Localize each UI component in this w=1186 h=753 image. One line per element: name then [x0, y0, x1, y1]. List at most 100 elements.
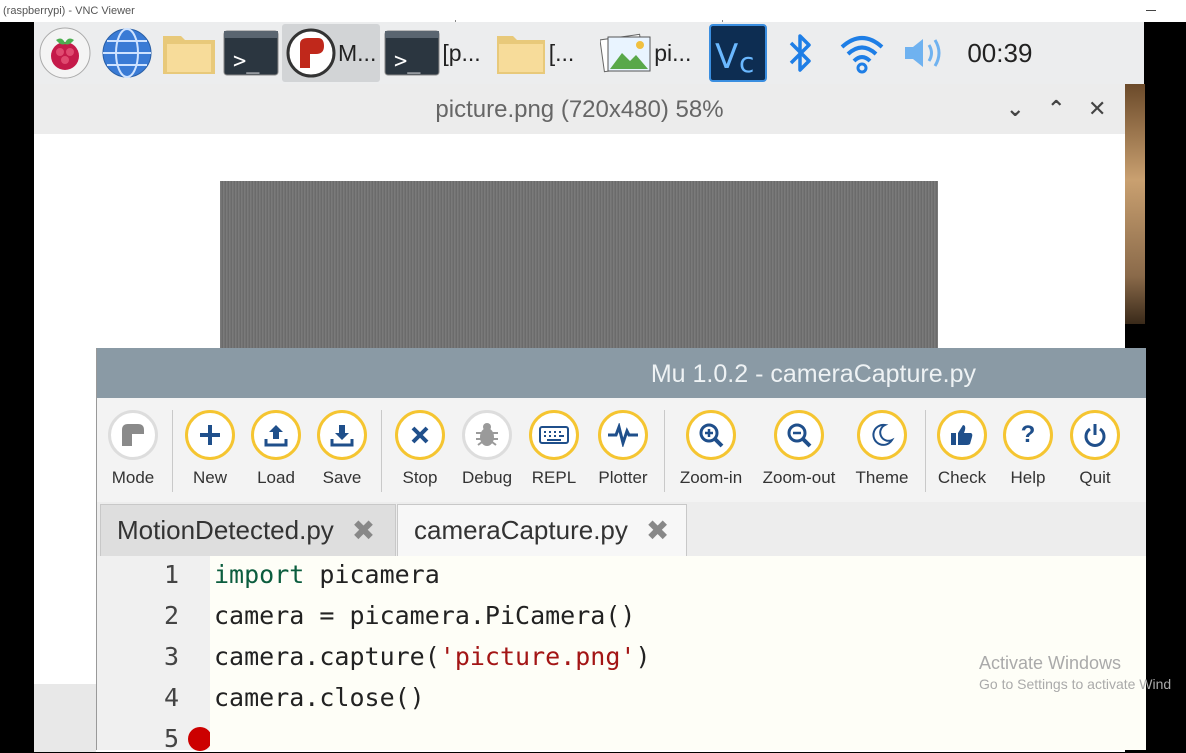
- line-number: 1: [163, 560, 179, 589]
- tab-motion-detected[interactable]: MotionDetected.py ✖: [100, 504, 396, 556]
- load-label: Load: [257, 468, 295, 487]
- zoom-in-button[interactable]: Zoom-in: [672, 410, 750, 488]
- check-button[interactable]: Check: [929, 410, 995, 488]
- question-icon: ?: [1003, 410, 1053, 460]
- save-button[interactable]: Save: [309, 410, 375, 488]
- new-button[interactable]: New: [177, 410, 243, 488]
- bluetooth-icon[interactable]: [769, 24, 831, 82]
- pulse-icon: [598, 410, 648, 460]
- image-viewer-titlebar[interactable]: picture.png (720x480) 58% ⌄ ⌃ ✕: [34, 84, 1125, 134]
- line-number-gutter: 1 2 3 4 5: [97, 556, 212, 753]
- web-browser-icon[interactable]: [96, 24, 158, 82]
- vnc-title-bar: (raspberrypi) - VNC Viewer: [0, 0, 1186, 22]
- raspberry-menu-icon[interactable]: [34, 24, 96, 82]
- wifi-icon[interactable]: [831, 24, 893, 82]
- minimize-chevron-icon[interactable]: ⌄: [1006, 96, 1024, 122]
- line-number: 4: [163, 683, 179, 712]
- folder-icon: [496, 36, 545, 74]
- help-button[interactable]: ? Help: [995, 410, 1061, 488]
- svg-text:V: V: [715, 37, 738, 77]
- activate-windows-heading: Activate Windows: [979, 653, 1122, 673]
- toolbar-separator: [925, 410, 926, 492]
- vnc-title: (raspberrypi) - VNC Viewer: [3, 5, 135, 17]
- code-line[interactable]: camera.close(): [214, 683, 425, 712]
- zoom-in-icon: [686, 410, 736, 460]
- code-line[interactable]: import picamera: [214, 560, 440, 589]
- help-label: Help: [1010, 468, 1046, 487]
- taskbar-app-label: [p...: [442, 39, 481, 66]
- repl-button[interactable]: REPL: [521, 410, 587, 488]
- terminal-icon: >_: [384, 30, 440, 76]
- debug-button[interactable]: Debug: [454, 410, 520, 488]
- mode-icon: [108, 410, 158, 460]
- save-label: Save: [322, 468, 362, 487]
- keyboard-icon: [529, 410, 579, 460]
- mode-label: Mode: [111, 468, 155, 487]
- plotter-button[interactable]: Plotter: [590, 410, 656, 488]
- stop-x-icon: [395, 410, 445, 460]
- theme-label: Theme: [855, 468, 909, 487]
- plus-icon: [185, 410, 235, 460]
- download-icon: [317, 410, 367, 460]
- file-manager-icon[interactable]: [158, 24, 220, 82]
- close-tab-icon[interactable]: ✖: [352, 514, 375, 547]
- quit-label: Quit: [1079, 468, 1111, 487]
- code-line[interactable]: camera = picamera.PiCamera(): [214, 601, 635, 630]
- remote-desktop: >_ M... >_ [p... [... pi... Vc 00:39 pic…: [0, 22, 1186, 753]
- taskbar-app-label: M...: [338, 39, 377, 66]
- line-number: 5: [163, 724, 179, 753]
- taskbar-app-image-viewer[interactable]: pi...: [596, 24, 695, 82]
- taskbar-app-label: pi...: [654, 39, 692, 66]
- taskbar-app-mu[interactable]: M...: [282, 24, 381, 82]
- mu-toolbar: Mode New Load Save Stop Debug REPL Plott…: [97, 398, 1146, 502]
- stop-button[interactable]: Stop: [387, 410, 453, 488]
- line-number: 3: [163, 642, 179, 671]
- toolbar-separator: [172, 410, 173, 492]
- stop-label: Stop: [402, 468, 438, 487]
- plotter-label: Plotter: [598, 468, 648, 487]
- zoom-out-icon: [774, 410, 824, 460]
- new-label: New: [192, 468, 227, 487]
- code-text: picamera: [304, 560, 440, 589]
- tab-label: cameraCapture.py: [414, 515, 628, 545]
- mode-button[interactable]: Mode: [100, 410, 166, 488]
- mu-titlebar[interactable]: Mu 1.0.2 - cameraCapture.py: [97, 348, 1146, 398]
- debug-label: Debug: [461, 468, 513, 487]
- code-string: 'picture.png': [439, 642, 636, 671]
- code-line[interactable]: camera.capture('picture.png'): [214, 642, 651, 671]
- zoom-out-button[interactable]: Zoom-out: [757, 410, 841, 488]
- tab-label: MotionDetected.py: [117, 515, 334, 545]
- zoom-in-label: Zoom-in: [679, 468, 743, 487]
- file-tabs: MotionDetected.py ✖ cameraCapture.py ✖: [97, 502, 1146, 556]
- viewer-background: [34, 684, 96, 752]
- code-text: ): [635, 642, 651, 671]
- image-viewer-title: picture.png (720x480) 58%: [435, 96, 724, 123]
- volume-icon[interactable]: [893, 24, 955, 82]
- upload-icon: [251, 410, 301, 460]
- line-number: 2: [163, 601, 179, 630]
- svg-text:c: c: [739, 46, 754, 79]
- theme-button[interactable]: Theme: [849, 410, 915, 488]
- minimize-icon[interactable]: [1146, 0, 1160, 22]
- breakpoint-marker[interactable]: [188, 727, 212, 751]
- thumbs-up-icon: [937, 410, 987, 460]
- clock[interactable]: 00:39: [967, 38, 1032, 69]
- terminal-launcher-icon[interactable]: >_: [220, 24, 282, 82]
- taskbar-app-folder[interactable]: [...: [491, 24, 579, 82]
- vnc-server-icon[interactable]: Vc: [707, 24, 769, 82]
- taskbar-app-terminal[interactable]: >_ [p...: [380, 24, 484, 82]
- close-icon[interactable]: ✕: [1088, 96, 1106, 122]
- quit-button[interactable]: Quit: [1062, 410, 1128, 488]
- mu-title: Mu 1.0.2 - cameraCapture.py: [650, 360, 976, 388]
- taskbar: >_ M... >_ [p... [... pi... Vc 00:39: [34, 22, 1144, 84]
- moon-icon: [857, 410, 907, 460]
- check-label: Check: [937, 468, 987, 487]
- repl-label: REPL: [531, 468, 577, 487]
- tab-camera-capture[interactable]: cameraCapture.py ✖: [397, 504, 687, 556]
- load-button[interactable]: Load: [243, 410, 309, 488]
- toolbar-separator: [664, 410, 665, 492]
- image-viewer-icon: [600, 33, 651, 73]
- maximize-chevron-icon[interactable]: ⌃: [1047, 96, 1065, 122]
- close-tab-icon[interactable]: ✖: [646, 514, 669, 547]
- zoom-out-label: Zoom-out: [762, 468, 836, 487]
